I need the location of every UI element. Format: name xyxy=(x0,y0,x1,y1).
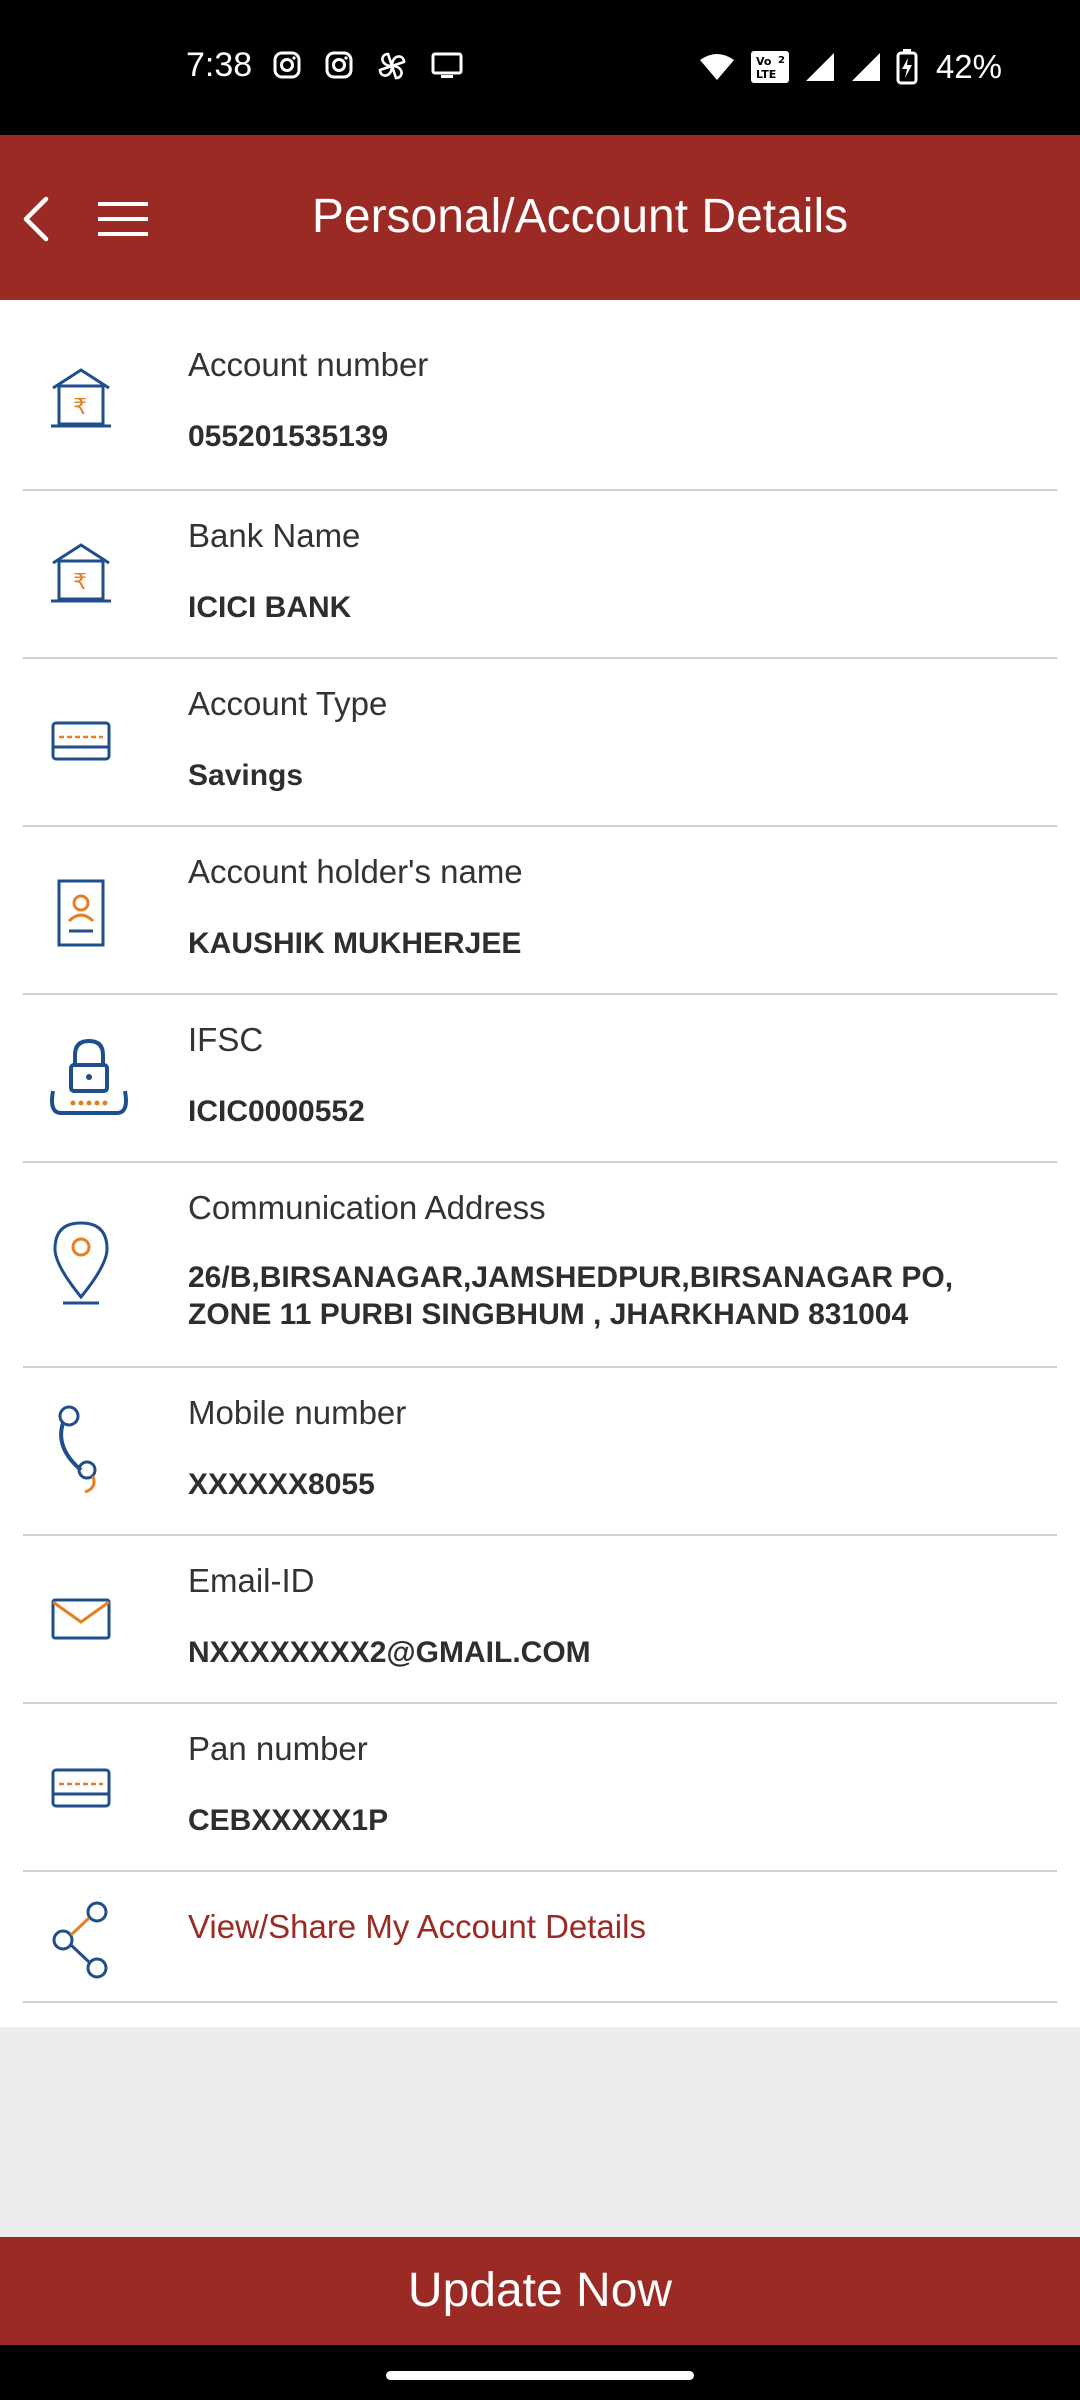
detail-row-mobile: Mobile number XXXXXX8055 xyxy=(23,1368,1057,1536)
signal-icon xyxy=(805,53,834,81)
detail-value: KAUSHIK MUKHERJEE xyxy=(188,927,522,960)
signal-icon xyxy=(851,53,880,81)
pinwheel-icon xyxy=(378,52,406,80)
detail-row-pan: Pan number CEBXXXXX1P xyxy=(23,1704,1057,1872)
app-bar: Personal/Account Details xyxy=(0,135,1080,300)
detail-value: XXXXXX8055 xyxy=(188,1468,375,1501)
detail-label: Account number xyxy=(188,346,429,383)
detail-row-address: Communication Address 26/B,BIRSANAGAR,JA… xyxy=(23,1163,1057,1368)
detail-value: Savings xyxy=(188,759,304,792)
bank-rupee-icon: ₹ xyxy=(51,368,111,428)
svg-text:LTE: LTE xyxy=(756,68,776,81)
svg-text:Vo: Vo xyxy=(756,55,772,68)
detail-row-email: Email-ID NXXXXXXXX2@GMAIL.COM xyxy=(23,1536,1057,1704)
location-pin-icon xyxy=(53,1221,109,1305)
phone-icon xyxy=(58,1405,97,1494)
detail-row-account-holder: Account holder's name KAUSHIK MUKHERJEE xyxy=(23,827,1057,995)
detail-row-ifsc: IFSC ICIC0000552 xyxy=(23,995,1057,1163)
detail-value: NXXXXXXXX2@GMAIL.COM xyxy=(188,1636,591,1669)
detail-value: ICICI BANK xyxy=(188,591,352,624)
instagram-icon xyxy=(325,51,353,79)
id-card-icon xyxy=(57,879,105,947)
detail-label: Bank Name xyxy=(188,517,361,554)
svg-text:₹: ₹ xyxy=(73,570,87,595)
instagram-icon xyxy=(273,51,301,79)
detail-label: Communication Address xyxy=(188,1189,546,1226)
detail-value: ICIC0000552 xyxy=(188,1095,365,1128)
card-icon xyxy=(51,1768,111,1808)
detail-label: Mobile number xyxy=(188,1394,407,1431)
share-icon xyxy=(52,1901,108,1979)
view-share-account-details[interactable]: View/Share My Account Details xyxy=(23,1872,1057,2003)
card-icon xyxy=(51,721,111,761)
detail-row-bank-name: ₹ Bank Name ICICI BANK xyxy=(23,491,1057,659)
status-bar: 7:38 Vo LTE 2 42% xyxy=(0,0,1080,135)
detail-label: Account Type xyxy=(188,685,388,722)
bank-rupee-icon: ₹ xyxy=(51,543,111,603)
battery-charging-icon xyxy=(896,49,918,85)
cast-icon xyxy=(431,52,463,78)
wifi-icon xyxy=(699,54,734,80)
account-details-list: ₹ Account number 055201535139 ₹ Bank Nam… xyxy=(0,300,1080,2027)
volte-icon: VoLTE2 xyxy=(750,51,789,83)
status-time: 7:38 xyxy=(186,46,253,84)
detail-value: CEBXXXXX1P xyxy=(188,1804,389,1837)
detail-label: IFSC xyxy=(188,1021,264,1058)
lock-icon xyxy=(50,1038,128,1115)
svg-text:2: 2 xyxy=(778,55,785,66)
update-now-button[interactable]: Update Now xyxy=(0,2237,1080,2345)
mail-icon xyxy=(51,1598,111,1640)
detail-row-account-number: ₹ Account number 055201535139 xyxy=(23,300,1057,491)
view-share-link[interactable]: View/Share My Account Details xyxy=(188,1908,646,1946)
battery-percent: 42% xyxy=(935,48,1002,85)
detail-label: Email-ID xyxy=(188,1562,315,1599)
svg-text:₹: ₹ xyxy=(73,395,87,420)
detail-label: Account holder's name xyxy=(188,853,523,890)
detail-value: 26/B,BIRSANAGAR,JAMSHEDPUR,BIRSANAGAR PO… xyxy=(188,1261,954,1331)
detail-label: Pan number xyxy=(188,1730,368,1767)
home-gesture-pill[interactable] xyxy=(386,2371,694,2380)
detail-row-account-type: Account Type Savings xyxy=(23,659,1057,827)
detail-value: 055201535139 xyxy=(188,420,389,453)
page-title: Personal/Account Details xyxy=(311,190,849,243)
